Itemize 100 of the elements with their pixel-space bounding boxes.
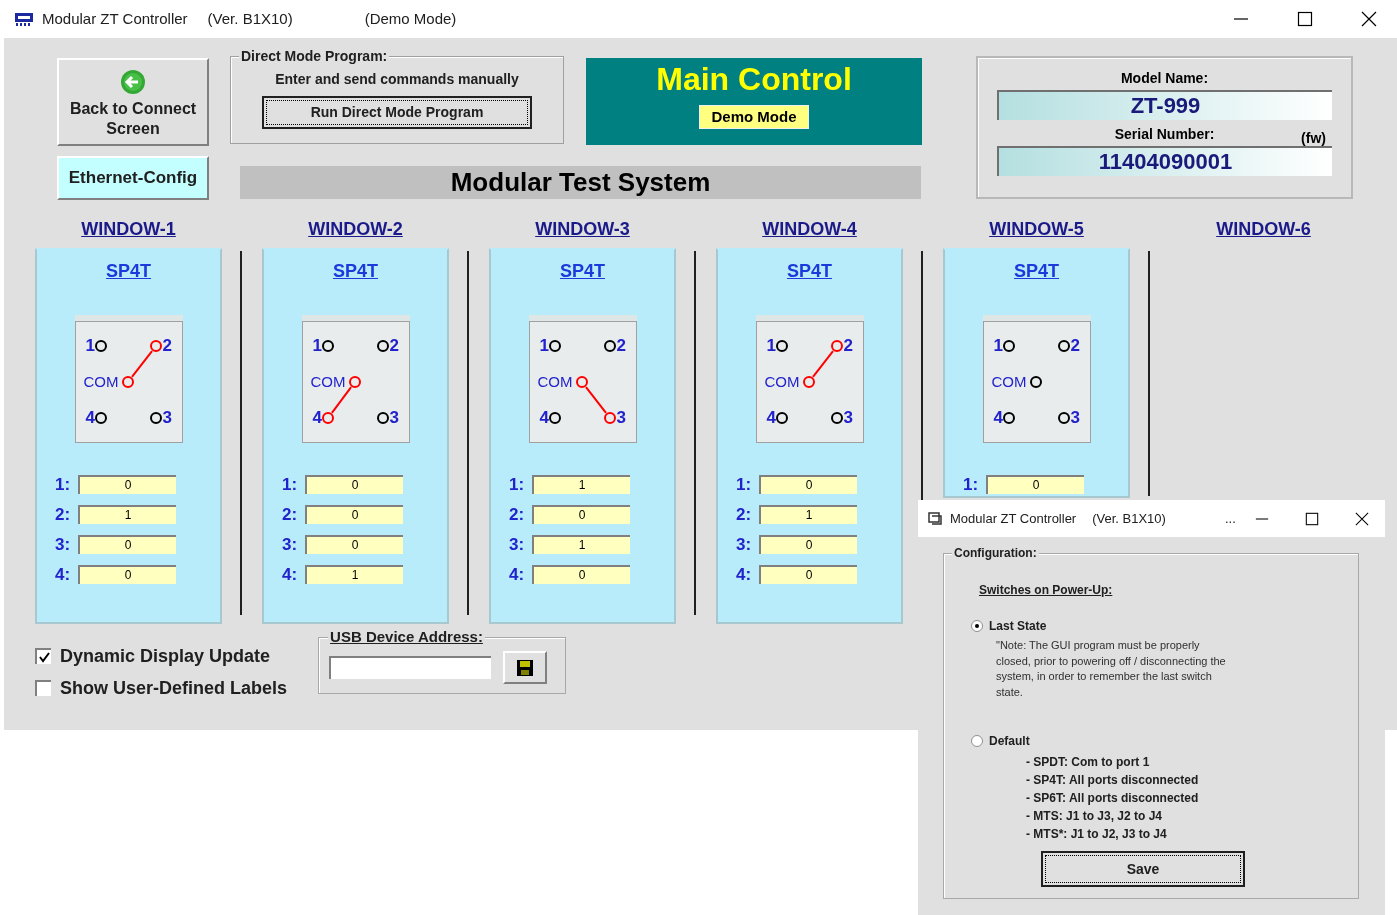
option-label: Show User-Defined Labels — [60, 678, 288, 698]
window-link[interactable]: WINDOW-2 — [308, 216, 403, 243]
port-number: 2: — [282, 506, 298, 523]
port-label: 1 — [993, 337, 1003, 354]
port-number: 1: — [55, 476, 71, 493]
com-terminal — [575, 376, 588, 388]
save-button[interactable]: Save — [1041, 851, 1245, 887]
window-title: Modular ZT Controller — [42, 8, 188, 29]
window-link[interactable]: WINDOW-6 — [1216, 216, 1311, 243]
port-label: 3 — [843, 409, 853, 426]
reading-field: 1 — [532, 535, 630, 554]
reading-field: 0 — [78, 565, 176, 584]
close-icon[interactable] — [1361, 11, 1377, 27]
port-label: 3 — [1070, 409, 1080, 426]
window-link[interactable]: WINDOW-3 — [535, 216, 630, 243]
port-label: 2 — [843, 337, 853, 354]
port-number: 3: — [282, 536, 298, 553]
window-link[interactable]: WINDOW-4 — [762, 216, 857, 243]
reading-field: 0 — [759, 535, 857, 554]
run-direct-mode-button[interactable]: Run Direct Mode Program — [262, 96, 532, 129]
firmware-label: (fw) — [1301, 130, 1326, 146]
back-button[interactable]: Back to Connect Screen — [57, 58, 209, 146]
port-number: 1: — [282, 476, 298, 493]
port-label: 2 — [162, 337, 172, 354]
checkbox[interactable] — [35, 680, 51, 696]
reading-field: 1 — [759, 505, 857, 524]
port-number: 3: — [509, 536, 525, 553]
switch-type-link[interactable]: SP4T — [1014, 258, 1059, 285]
radio-button[interactable] — [971, 620, 983, 632]
port-label: 2 — [389, 337, 399, 354]
port-label: 3 — [389, 409, 399, 426]
port-number: 1: — [736, 476, 752, 493]
switch-arm — [584, 386, 607, 414]
com-terminal — [1029, 376, 1042, 388]
switch-arm — [130, 350, 153, 378]
port-label: 3 — [162, 409, 172, 426]
hint-text: Enter and send commands manually — [275, 70, 519, 89]
usb-address-field[interactable] — [329, 656, 492, 679]
close-icon[interactable] — [1355, 511, 1369, 526]
serial-number-field: 11404090001 — [997, 146, 1332, 176]
reading-field: 0 — [759, 475, 857, 494]
version-label: (Ver. B1X10) — [207, 8, 293, 29]
switch-arm — [811, 350, 834, 378]
reading-field: 0 — [532, 565, 630, 584]
port-label: 4 — [312, 409, 322, 426]
default-state-line: - MTS*: J1 to J2, J3 to J4 — [1026, 826, 1168, 843]
dialog-version: (Ver. B1X10) — [1092, 509, 1166, 528]
app-icon — [14, 11, 34, 27]
maximize-icon[interactable] — [1297, 11, 1313, 27]
switch-type-link[interactable]: SP4T — [787, 258, 832, 285]
port-label: 3 — [616, 409, 626, 426]
checkbox[interactable] — [35, 648, 51, 664]
reading-field: 0 — [305, 535, 403, 554]
window-app-icon — [928, 512, 942, 525]
window-link[interactable]: WINDOW-1 — [81, 216, 176, 243]
port-label: 4 — [993, 409, 1003, 426]
group-legend: Configuration: — [952, 546, 1039, 561]
port-label: 2 — [616, 337, 626, 354]
reading-field: 0 — [986, 475, 1084, 494]
option-label: Dynamic Display Update — [60, 646, 271, 666]
port-number: 4: — [736, 566, 752, 583]
save-disk-button[interactable] — [503, 651, 548, 684]
reading-field: 0 — [78, 535, 176, 554]
default-state-line: - SPDT: Com to port 1 — [1026, 754, 1151, 771]
port-label: 2 — [1070, 337, 1080, 354]
switch-type-link[interactable]: SP4T — [333, 258, 378, 285]
port-label: 1 — [85, 337, 95, 354]
check-icon — [38, 651, 50, 663]
port-label: 4 — [539, 409, 549, 426]
radio-label: Default — [989, 733, 1030, 750]
com-label: COM — [764, 374, 800, 389]
ethernet-config-button[interactable]: Ethernet-Config — [57, 156, 209, 200]
title-overflow: ... — [1224, 512, 1236, 525]
port-label: 4 — [85, 409, 95, 426]
switch-type-link[interactable]: SP4T — [560, 258, 605, 285]
port-number: 2: — [736, 506, 752, 523]
window-link[interactable]: WINDOW-5 — [989, 216, 1084, 243]
port-label: 1 — [766, 337, 776, 354]
port-number: 3: — [736, 536, 752, 553]
port-number: 3: — [55, 536, 71, 553]
radio-label: Last State — [989, 618, 1047, 635]
model-name-label: Model Name: — [1120, 70, 1209, 86]
reading-field: 0 — [305, 475, 403, 494]
port-label: 1 — [312, 337, 322, 354]
port-number: 2: — [55, 506, 71, 523]
reading-field: 1 — [78, 505, 176, 524]
default-state-line: - SP6T: All ports disconnected — [1026, 790, 1200, 807]
reading-field: 0 — [532, 505, 630, 524]
port-number: 1: — [509, 476, 525, 493]
maximize-icon[interactable] — [1305, 511, 1319, 526]
radio-button[interactable] — [971, 735, 983, 747]
reading-field: 1 — [305, 565, 403, 584]
note-text: "Note: The GUI program must be properly closed, prior to powering off / disconnecting the system, in order to remember the last switch state. — [996, 638, 1227, 700]
port-number: 4: — [55, 566, 71, 583]
switch-type-link[interactable]: SP4T — [106, 258, 151, 285]
reading-field: 0 — [305, 505, 403, 524]
port-number: 4: — [509, 566, 525, 583]
port-label: 1 — [539, 337, 549, 354]
default-state-line: - SP4T: All ports disconnected — [1026, 772, 1200, 789]
mode-badge: Demo Mode — [699, 105, 809, 129]
